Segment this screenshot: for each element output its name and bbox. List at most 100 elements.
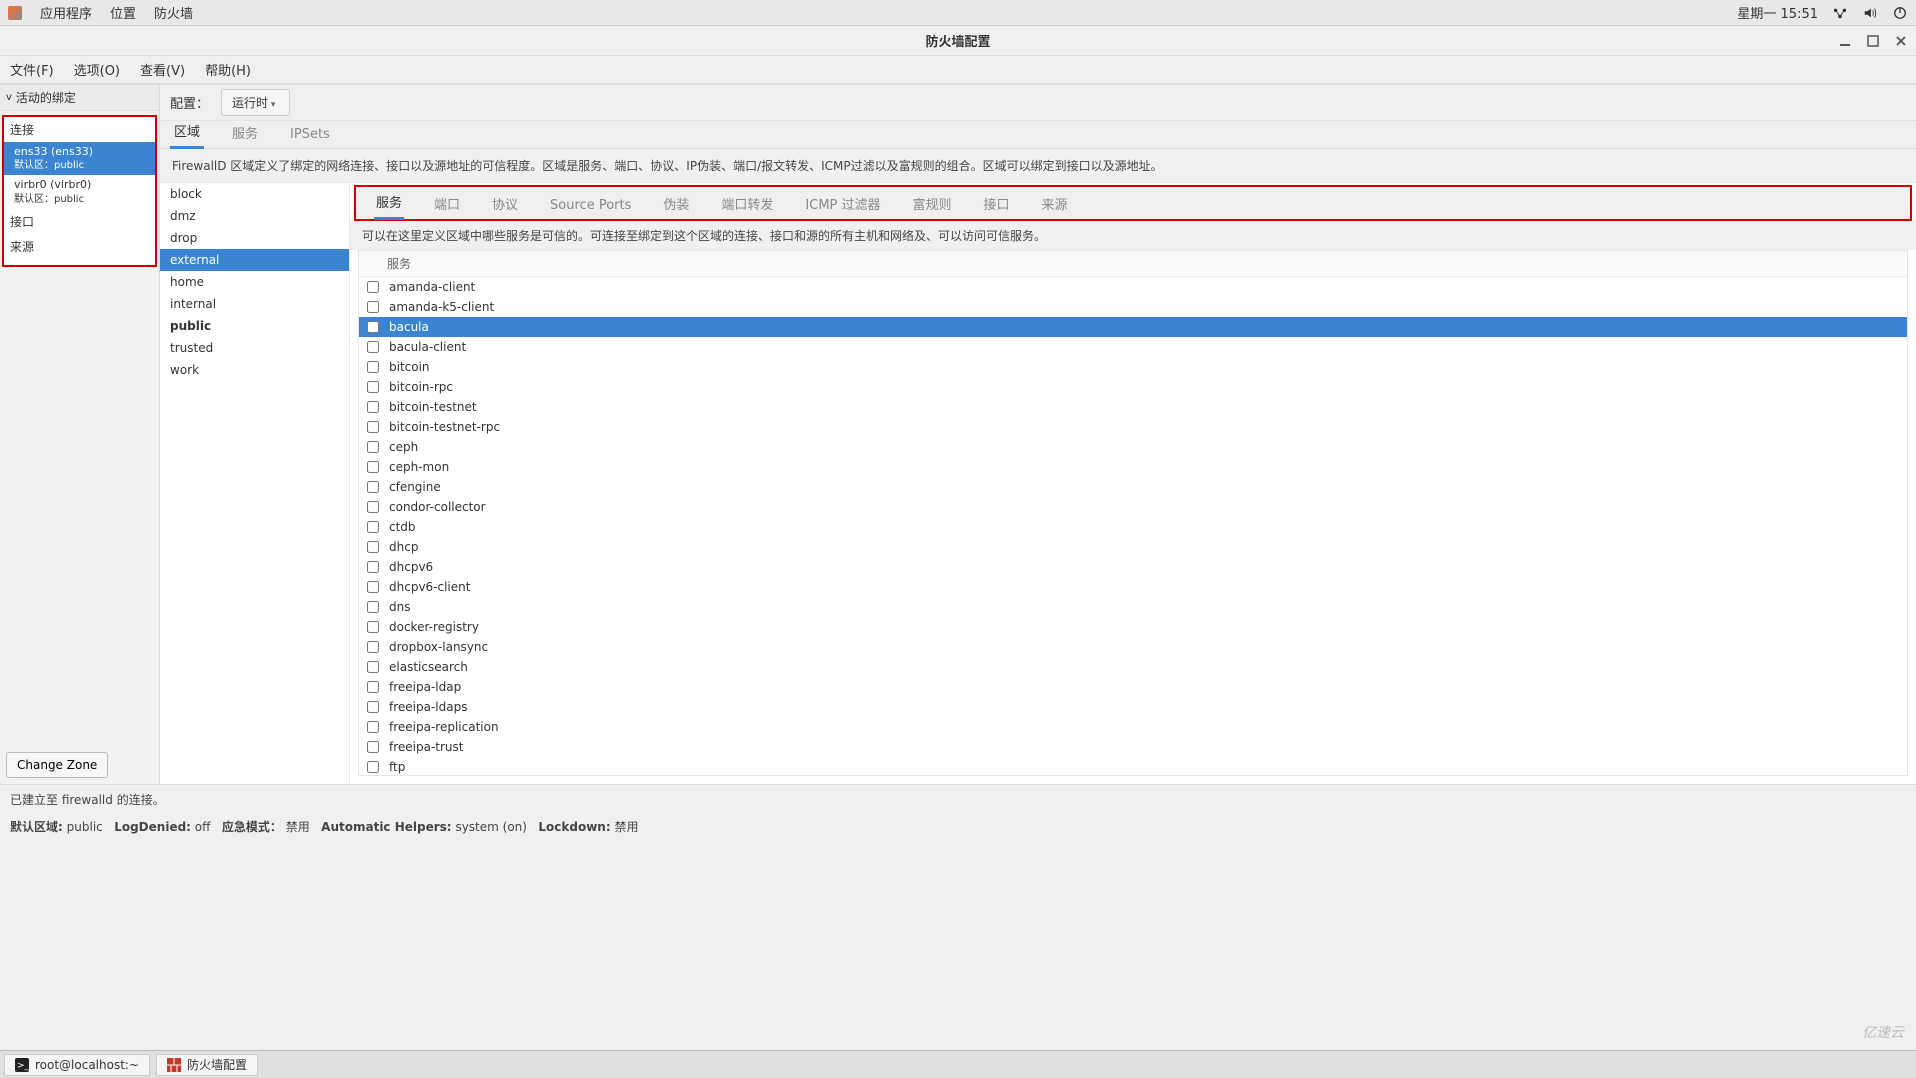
service-checkbox[interactable] [367, 341, 379, 353]
zone-item[interactable]: public [160, 315, 349, 337]
service-checkbox[interactable] [367, 321, 379, 333]
service-row[interactable]: bitcoin-rpc [359, 377, 1907, 397]
service-checkbox[interactable] [367, 281, 379, 293]
service-row[interactable]: amanda-client [359, 277, 1907, 297]
sub-tab[interactable]: 服务 [374, 186, 404, 220]
zone-item[interactable]: external [160, 249, 349, 271]
service-row[interactable]: bitcoin-testnet [359, 397, 1907, 417]
service-checkbox[interactable] [367, 661, 379, 673]
menu-file[interactable]: 文件(F) [10, 60, 54, 79]
menu-applications[interactable]: 应用程序 [40, 3, 92, 22]
service-row[interactable]: condor-collector [359, 497, 1907, 517]
service-checkbox[interactable] [367, 641, 379, 653]
service-row[interactable]: dhcp [359, 537, 1907, 557]
service-row[interactable]: dns [359, 597, 1907, 617]
service-table[interactable]: 服务 amanda-clientamanda-k5-clientbaculaba… [358, 250, 1908, 776]
sub-tab[interactable]: 伪装 [661, 188, 691, 219]
service-name: freeipa-ldaps [389, 700, 467, 714]
zone-item[interactable]: block [160, 183, 349, 205]
sub-tab[interactable]: 端口转发 [719, 188, 775, 219]
sub-tab[interactable]: ICMP 过滤器 [803, 188, 882, 219]
service-checkbox[interactable] [367, 741, 379, 753]
menu-firewall[interactable]: 防火墙 [154, 3, 193, 22]
config-combo[interactable]: 运行时 [221, 89, 290, 116]
active-bindings-header[interactable]: v 活动的绑定 [0, 85, 159, 111]
sub-tab[interactable]: 接口 [982, 188, 1012, 219]
power-icon[interactable] [1892, 5, 1908, 21]
minimize-button[interactable] [1838, 34, 1852, 48]
service-row[interactable]: bacula [359, 317, 1907, 337]
service-row[interactable]: freeipa-trust [359, 737, 1907, 757]
service-checkbox[interactable] [367, 601, 379, 613]
service-row[interactable]: dropbox-lansync [359, 637, 1907, 657]
service-checkbox[interactable] [367, 481, 379, 493]
service-row[interactable]: bitcoin-testnet-rpc [359, 417, 1907, 437]
sub-tab[interactable]: 协议 [490, 188, 520, 219]
service-name: dhcpv6 [389, 560, 433, 574]
service-checkbox[interactable] [367, 401, 379, 413]
menu-places[interactable]: 位置 [110, 3, 136, 22]
service-row[interactable]: ftp [359, 757, 1907, 776]
top-tab[interactable]: 区域 [170, 115, 204, 149]
service-row[interactable]: bitcoin [359, 357, 1907, 377]
volume-icon[interactable] [1862, 5, 1878, 21]
service-row[interactable]: ceph-mon [359, 457, 1907, 477]
service-row[interactable]: docker-registry [359, 617, 1907, 637]
service-row[interactable]: freeipa-ldaps [359, 697, 1907, 717]
service-checkbox[interactable] [367, 541, 379, 553]
service-checkbox[interactable] [367, 361, 379, 373]
network-icon[interactable] [1832, 5, 1848, 21]
service-row[interactable]: cfengine [359, 477, 1907, 497]
service-checkbox[interactable] [367, 621, 379, 633]
service-checkbox[interactable] [367, 461, 379, 473]
sub-tab[interactable]: 端口 [432, 188, 462, 219]
zone-item[interactable]: internal [160, 293, 349, 315]
maximize-button[interactable] [1866, 34, 1880, 48]
service-row[interactable]: bacula-client [359, 337, 1907, 357]
menu-view[interactable]: 查看(V) [140, 60, 185, 79]
service-row[interactable]: ctdb [359, 517, 1907, 537]
service-row[interactable]: freeipa-replication [359, 717, 1907, 737]
zone-item[interactable]: home [160, 271, 349, 293]
service-row[interactable]: amanda-k5-client [359, 297, 1907, 317]
zone-item[interactable]: trusted [160, 337, 349, 359]
service-checkbox[interactable] [367, 381, 379, 393]
change-zone-button[interactable]: Change Zone [6, 752, 108, 778]
sub-tab[interactable]: 来源 [1040, 188, 1070, 219]
zone-item[interactable]: work [160, 359, 349, 381]
service-row[interactable]: ceph [359, 437, 1907, 457]
zone-item[interactable]: drop [160, 227, 349, 249]
top-tab[interactable]: 服务 [228, 117, 262, 148]
sub-tab[interactable]: 富规则 [911, 188, 954, 219]
service-checkbox[interactable] [367, 501, 379, 513]
service-checkbox[interactable] [367, 561, 379, 573]
service-checkbox[interactable] [367, 681, 379, 693]
sub-tab[interactable]: Source Ports [548, 192, 633, 219]
taskbar-terminal[interactable]: >_ root@localhost:~ [4, 1054, 150, 1076]
close-button[interactable] [1894, 34, 1908, 48]
zone-item[interactable]: dmz [160, 205, 349, 227]
service-row[interactable]: elasticsearch [359, 657, 1907, 677]
connection-item[interactable]: ens33 (ens33)默认区：public [4, 142, 155, 175]
service-checkbox[interactable] [367, 301, 379, 313]
taskbar-firewall[interactable]: 防火墙配置 [156, 1054, 258, 1076]
service-row[interactable]: dhcpv6 [359, 557, 1907, 577]
service-row[interactable]: freeipa-ldap [359, 677, 1907, 697]
service-name: bacula [389, 320, 429, 334]
menu-help[interactable]: 帮助(H) [205, 60, 251, 79]
menu-options[interactable]: 选项(O) [74, 60, 120, 79]
service-checkbox[interactable] [367, 701, 379, 713]
service-checkbox[interactable] [367, 721, 379, 733]
service-checkbox[interactable] [367, 581, 379, 593]
connection-item[interactable]: virbr0 (virbr0)默认区：public [4, 175, 155, 208]
window-title: 防火墙配置 [925, 31, 990, 50]
zones-row: blockdmzdropexternalhomeinternalpublictr… [160, 183, 1916, 784]
top-tab[interactable]: IPSets [286, 121, 334, 148]
zone-list[interactable]: blockdmzdropexternalhomeinternalpublictr… [160, 183, 350, 784]
service-checkbox[interactable] [367, 761, 379, 773]
zone-description: FirewallD 区域定义了绑定的网络连接、接口以及源地址的可信程度。区域是服… [160, 149, 1916, 183]
service-checkbox[interactable] [367, 441, 379, 453]
service-row[interactable]: dhcpv6-client [359, 577, 1907, 597]
service-checkbox[interactable] [367, 421, 379, 433]
service-checkbox[interactable] [367, 521, 379, 533]
